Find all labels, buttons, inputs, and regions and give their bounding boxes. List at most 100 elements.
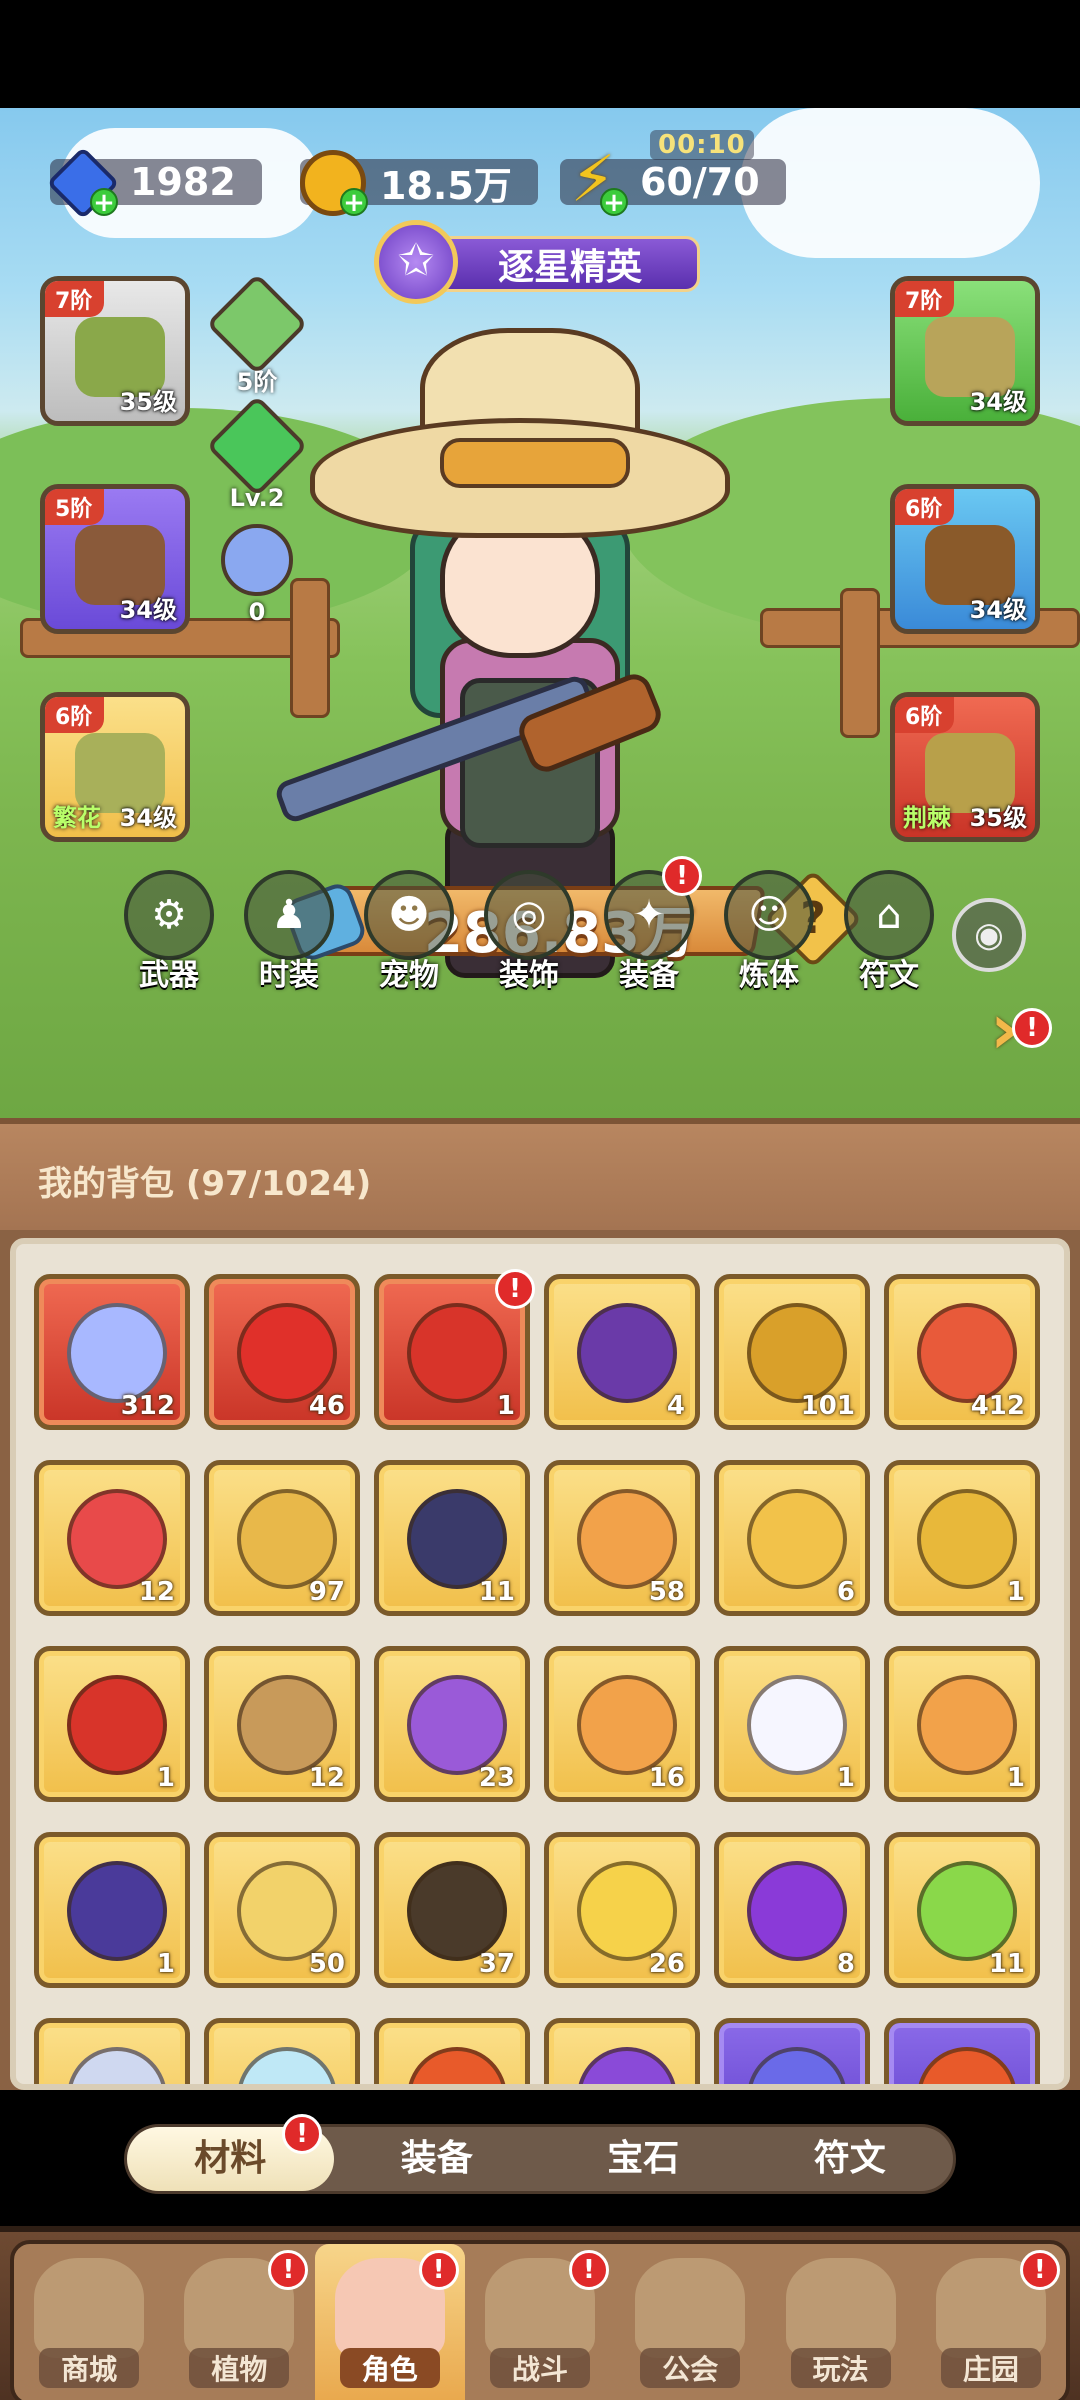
mask-icon: ◎ <box>484 870 574 960</box>
nav-item-manor[interactable]: 庄园! <box>916 2244 1066 2400</box>
add-energy-button[interactable]: + <box>600 188 628 216</box>
item-count: 6 <box>836 1577 855 1607</box>
nav-item-character[interactable]: 角色! <box>314 2244 465 2400</box>
backpack-item[interactable] <box>884 2018 1040 2084</box>
backpack-item[interactable]: 6 <box>714 1460 870 1616</box>
spell-book-icon <box>407 1675 507 1775</box>
backpack-item[interactable] <box>374 2018 530 2084</box>
elixir-icon <box>577 1489 677 1589</box>
menu-label: 武器 <box>139 958 199 993</box>
backpack-item[interactable]: 1 <box>34 1832 190 1988</box>
item-count: 12 <box>308 1763 345 1793</box>
nav-item-guild[interactable]: 公会 <box>615 2244 765 2400</box>
gear-slot-boots[interactable]: 6阶 荆棘 35级 <box>890 692 1040 842</box>
nav-label: 玩法 <box>790 2348 891 2388</box>
backpack-item[interactable]: 97 <box>204 1460 360 1616</box>
gear-slot-pants[interactable]: 6阶 繁花 34级 <box>40 692 190 842</box>
backpack-item[interactable]: 50 <box>204 1832 360 1988</box>
backpack-item[interactable]: 46 <box>204 1274 360 1430</box>
energy-currency[interactable]: ⚡ + 60/70 <box>560 148 786 216</box>
flower-icon <box>67 1675 167 1775</box>
gear-level: 34级 <box>119 804 177 832</box>
backpack-item[interactable]: 16 <box>544 1646 700 1802</box>
gear-tier: 6阶 <box>895 489 955 525</box>
backpack-item[interactable]: 4 <box>544 1274 700 1430</box>
tab-equipment[interactable]: 装备 <box>334 2127 541 2191</box>
nav-item-play[interactable]: 玩法 <box>766 2244 916 2400</box>
menu-rune[interactable]: ⌂ 符文 <box>844 870 934 1000</box>
backpack-item[interactable] <box>34 2018 190 2084</box>
fox-piece-icon <box>917 1675 1017 1775</box>
menu-label: 符文 <box>859 958 919 993</box>
gear-slot-hat[interactable]: 7阶 35级 <box>40 276 190 426</box>
backpack-item[interactable]: 11 <box>374 1460 530 1616</box>
backpack-item[interactable]: 101 <box>714 1274 870 1430</box>
notification-badge: ! <box>282 2114 322 2154</box>
ruby-key-icon <box>67 1489 167 1589</box>
nav-item-plant[interactable]: 植物! <box>164 2244 314 2400</box>
add-gold-button[interactable]: + <box>340 188 368 216</box>
menu-pet[interactable]: ☻ 宠物 <box>364 870 454 1000</box>
backpack-item[interactable]: 23 <box>374 1646 530 1802</box>
backpack-item[interactable] <box>544 2018 700 2084</box>
notification-badge: ! <box>1012 1008 1052 1048</box>
item-count: 1 <box>836 1763 855 1793</box>
backpack-item[interactable]: 37 <box>374 1832 530 1988</box>
backpack-item[interactable]: 58 <box>544 1460 700 1616</box>
item-count: 1 <box>156 1763 175 1793</box>
berry-icon <box>747 1861 847 1961</box>
gear-slot-belt[interactable]: 6阶 34级 <box>890 484 1040 634</box>
item-count: 26 <box>648 1949 685 1979</box>
menu-body-refine[interactable]: ☺ 炼体 <box>724 870 814 1000</box>
backpack-item[interactable] <box>714 2018 870 2084</box>
backpack-item[interactable]: 312 <box>34 1274 190 1430</box>
gear-slot-vest[interactable]: 7阶 34级 <box>890 276 1040 426</box>
coin-icon <box>747 1303 847 1403</box>
backpack-panel: 312 46 1! 4 101 412 12 97 11 58 6 1 1 12 23 16 1 1 1 50 37 26… <box>0 1230 1080 2090</box>
notification-badge: ! <box>495 1269 535 1309</box>
gear-tier: 5阶 <box>45 489 105 525</box>
backpack-item[interactable]: 12 <box>204 1646 360 1802</box>
rank-banner[interactable]: 逐星精英 ✩ <box>360 220 720 306</box>
backpack-item[interactable]: 1 <box>34 1646 190 1802</box>
nav-item-shop[interactable]: 商城 <box>14 2244 164 2400</box>
backpack-item[interactable]: 412 <box>884 1274 1040 1430</box>
flame-icon <box>407 2047 507 2084</box>
menu-decoration[interactable]: ◎ 装饰 <box>484 870 574 1000</box>
tab-gems[interactable]: 宝石 <box>540 2127 747 2191</box>
gear-slot-gloves[interactable]: 5阶 34级 <box>40 484 190 634</box>
add-diamond-button[interactable]: + <box>90 188 118 216</box>
play-icon <box>785 2258 896 2358</box>
backpack-item[interactable]: 8 <box>714 1832 870 1988</box>
backpack-item[interactable]: 1 <box>884 1460 1040 1616</box>
gear-level: 34级 <box>119 596 177 624</box>
nav-label: 战斗 <box>489 2348 590 2388</box>
item-count: 4 <box>666 1391 685 1421</box>
backpack-item[interactable] <box>204 2018 360 2084</box>
backpack-item[interactable]: 1 <box>884 1646 1040 1802</box>
can-icon <box>577 1675 677 1775</box>
item-count: 11 <box>988 1949 1025 1979</box>
menu-outfit[interactable]: ♟ 时装 <box>244 870 334 1000</box>
item-count: 1 <box>496 1391 515 1421</box>
gold-currency[interactable]: + 18.5万 <box>300 150 538 216</box>
rune-icon: ⌂ <box>844 870 934 960</box>
gear-tier: 6阶 <box>895 697 955 733</box>
tab-runes[interactable]: 符文 <box>747 2127 954 2191</box>
rune-stone-icon <box>407 1489 507 1589</box>
backpack-item[interactable]: 1 <box>714 1646 870 1802</box>
diamond-currency[interactable]: + 1982 <box>46 146 262 220</box>
backpack-item[interactable]: 1! <box>374 1269 535 1430</box>
menu-weapon[interactable]: ⚙ 武器 <box>124 870 214 1000</box>
item-count: 16 <box>648 1763 685 1793</box>
menu-equipment[interactable]: ✦ ! 装备 <box>604 856 702 1000</box>
notification-badge: ! <box>1019 2250 1060 2290</box>
backpack-item[interactable]: 11 <box>884 1832 1040 1988</box>
backpack-item[interactable]: 12 <box>34 1460 190 1616</box>
gear-level: 34级 <box>969 388 1027 416</box>
backpack-item[interactable]: 26 <box>544 1832 700 1988</box>
item-count: 12 <box>138 1577 175 1607</box>
item-count: 97 <box>308 1577 345 1607</box>
item-count: 312 <box>120 1391 175 1421</box>
nav-item-battle[interactable]: 战斗! <box>465 2244 615 2400</box>
